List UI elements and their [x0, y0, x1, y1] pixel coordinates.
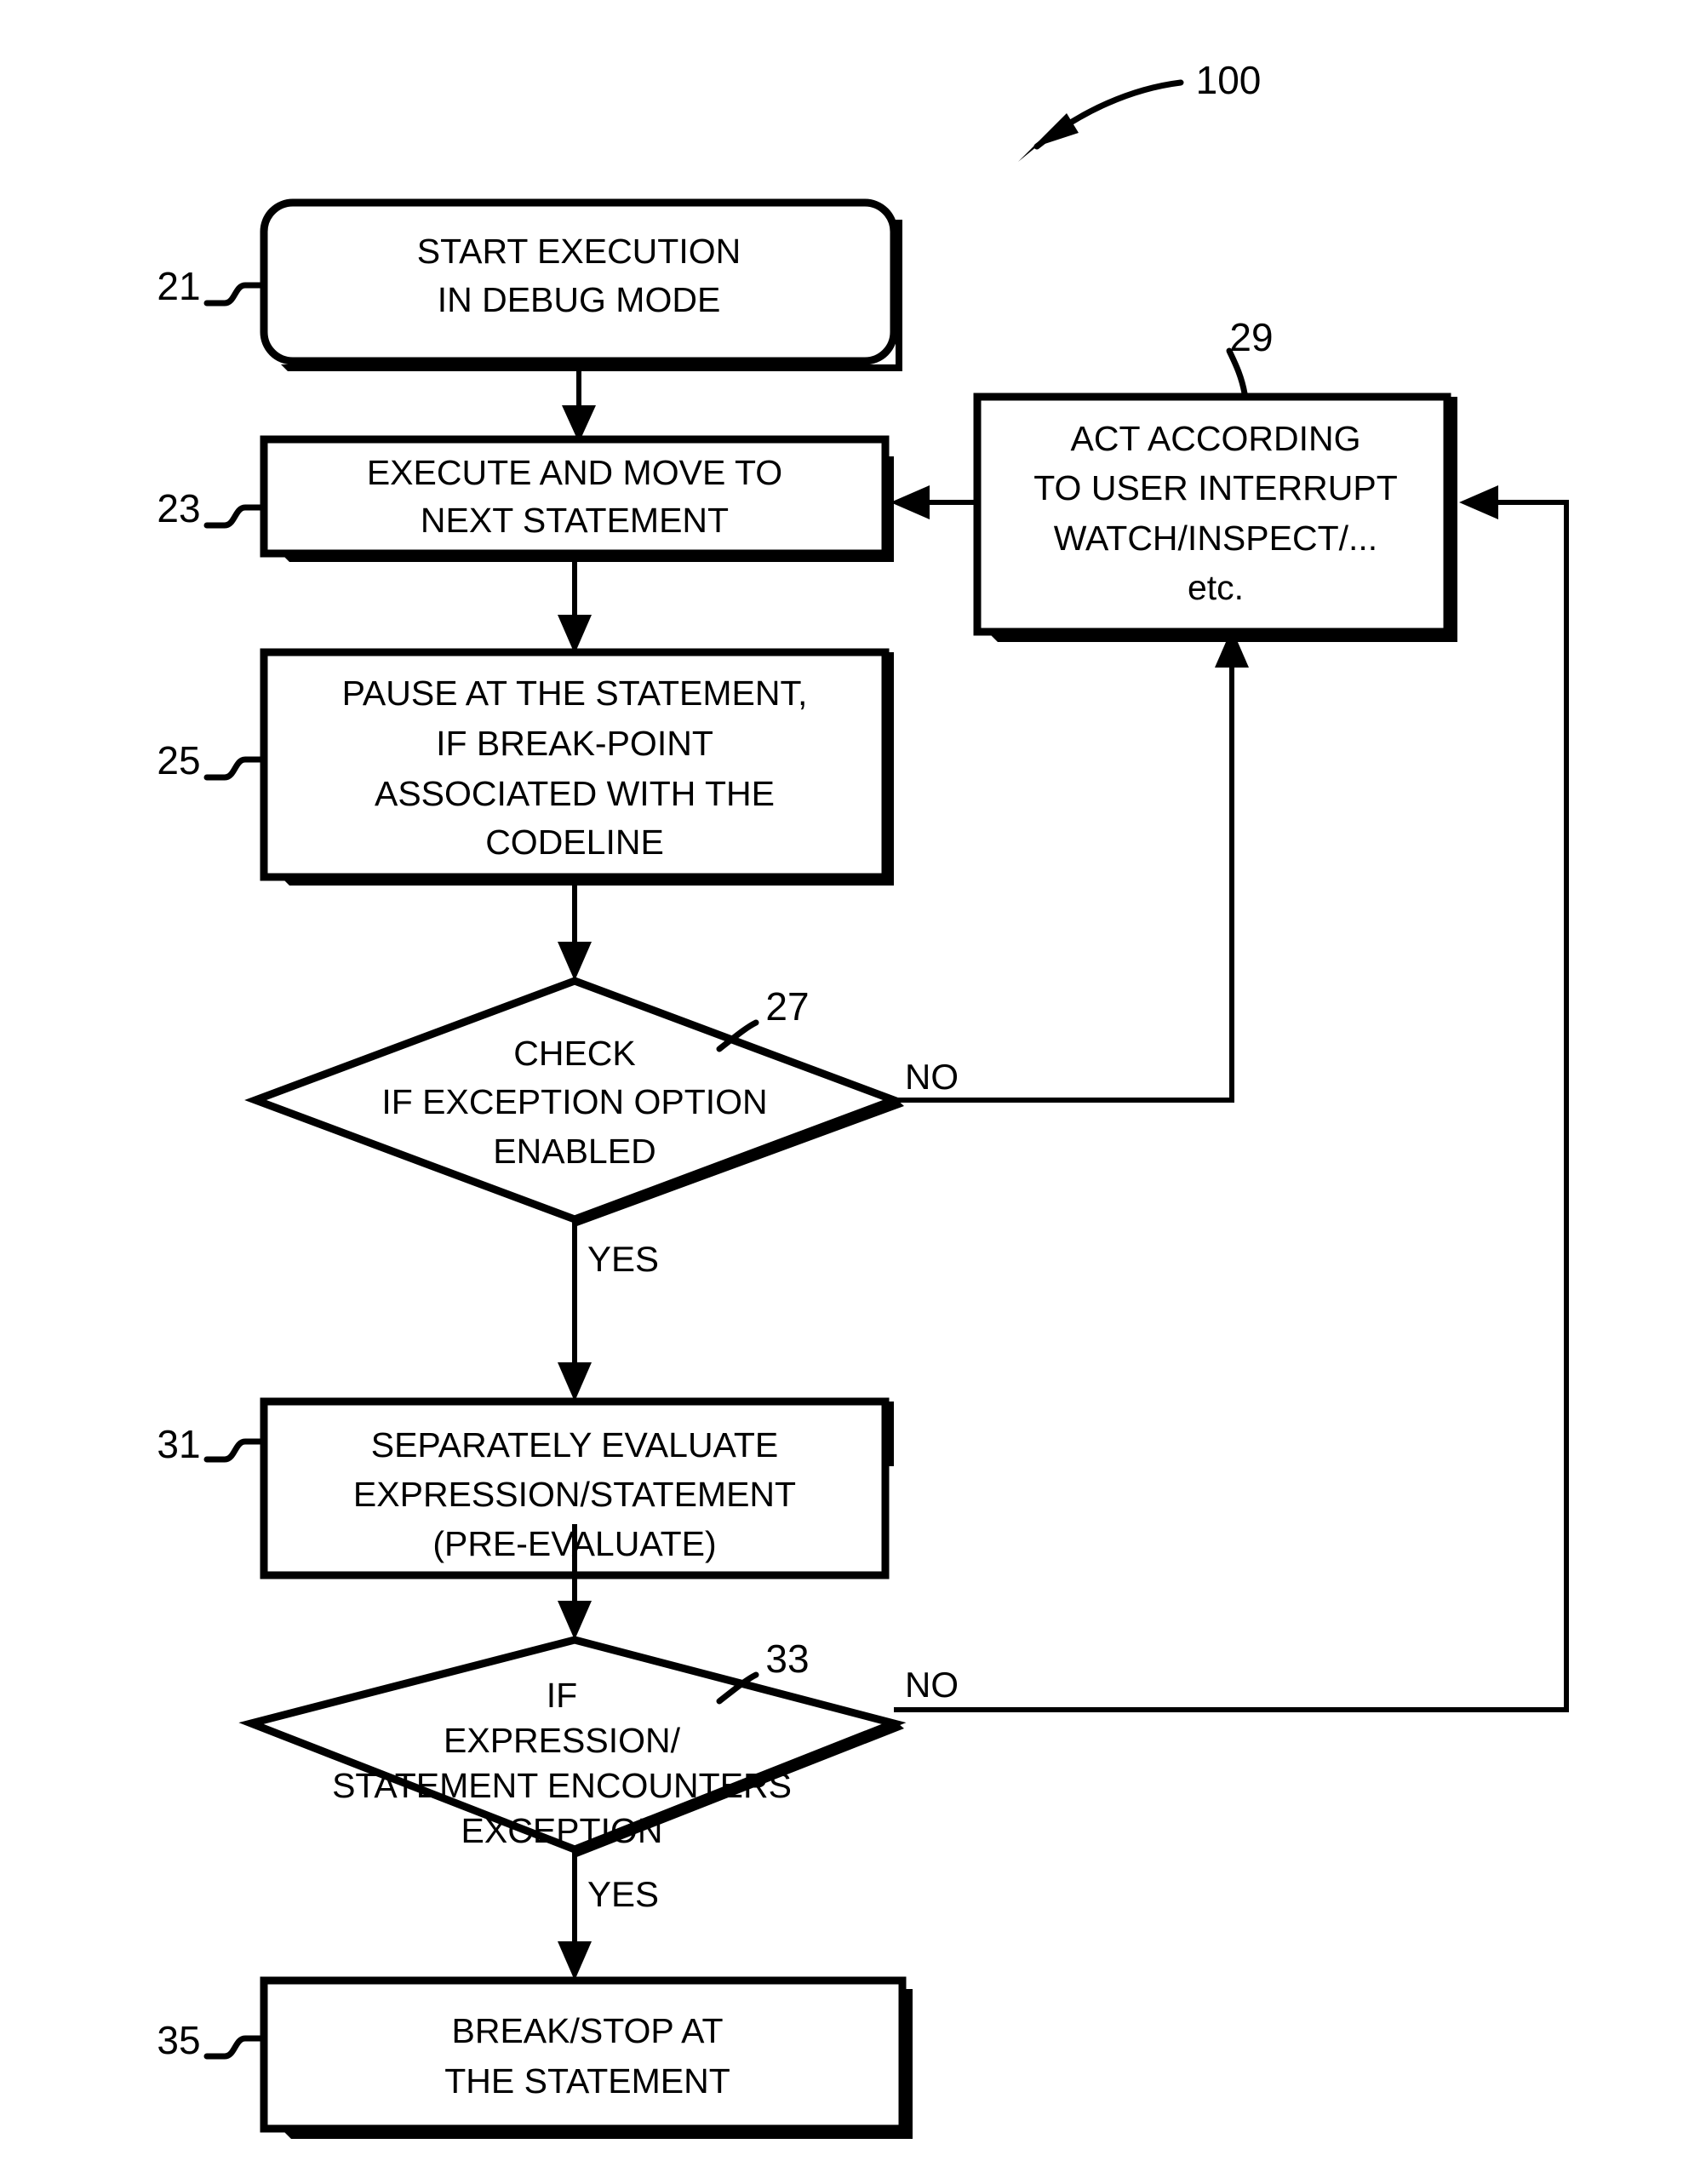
node-35-ref: 35 — [157, 2018, 200, 2062]
node-33-ref: 33 — [765, 1637, 809, 1681]
connector-27-no-to-29: NO — [894, 628, 1249, 1103]
node-23-ref: 23 — [157, 486, 200, 530]
flowchart-diagram: 100 START EXECUTION IN DEBUG MODE 21 EXE… — [157, 58, 1569, 2139]
node-21-ref: 21 — [157, 264, 200, 308]
node-pause-at-statement: PAUSE AT THE STATEMENT, IF BREAK-POINT A… — [157, 648, 894, 886]
connector-21-to-23 — [562, 371, 596, 443]
node-21-line-0: START EXECUTION — [417, 232, 741, 271]
node-35-line-0: BREAK/STOP AT — [451, 2011, 723, 2050]
connector-25-to-27 — [558, 886, 592, 981]
node-27-line-1: IF EXCEPTION OPTION — [381, 1082, 767, 1121]
node-27-line-2: ENABLED — [493, 1132, 655, 1171]
node-23-line-1: NEXT STATEMENT — [421, 501, 729, 540]
node-29-line-1: TO USER INTERRUPT — [1033, 468, 1398, 507]
connector-27-yes-to-31: YES — [558, 1219, 659, 1402]
connector-33-yes-to-35: YES — [558, 1849, 659, 1981]
edge-label-check-yes: YES — [587, 1239, 659, 1279]
node-27-line-0: CHECK — [513, 1034, 636, 1073]
node-start-execution: START EXECUTION IN DEBUG MODE 21 — [157, 198, 902, 371]
node-35-line-1: THE STATEMENT — [444, 2061, 730, 2101]
node-25-line-0: PAUSE AT THE STATEMENT, — [342, 674, 808, 713]
node-29-ref: 29 — [1229, 315, 1273, 359]
node-25-ref: 25 — [157, 738, 200, 782]
node-act-according-to-user-interrupt: ACT ACCORDING TO USER INTERRUPT WATCH/IN… — [973, 315, 1457, 642]
patent-flowchart-page: 100 START EXECUTION IN DEBUG MODE 21 EXE… — [0, 0, 1683, 2184]
node-if-expression-encounters-exception: IF EXPRESSION/ STATEMENT ENCOUNTERS EXCE… — [238, 1636, 907, 1858]
node-33-line-0: IF — [547, 1676, 577, 1715]
node-29-line-3: etc. — [1188, 568, 1244, 607]
node-25-line-3: CODELINE — [485, 823, 664, 862]
node-33-line-2: STATEMENT ENCOUNTERS — [332, 1766, 792, 1805]
node-29-line-0: ACT ACCORDING — [1071, 419, 1361, 458]
node-separately-evaluate: SEPARATELY EVALUATE EXPRESSION/STATEMENT… — [157, 1397, 894, 1579]
edge-label-exception-no: NO — [905, 1665, 959, 1705]
edge-label-exception-yes: YES — [587, 1874, 659, 1914]
node-25-line-1: IF BREAK-POINT — [436, 724, 713, 763]
figure-number-label: 100 — [1196, 58, 1262, 102]
node-23-line-0: EXECUTE AND MOVE TO — [367, 453, 782, 492]
node-33-line-1: EXPRESSION/ — [444, 1721, 681, 1760]
edge-label-check-no: NO — [905, 1057, 959, 1097]
figure-reference-100: 100 — [1018, 58, 1261, 162]
node-31-line-1: EXPRESSION/STATEMENT — [353, 1475, 796, 1514]
node-33-line-3: EXCEPTION — [461, 1811, 663, 1850]
node-31-line-0: SEPARATELY EVALUATE — [371, 1425, 779, 1465]
node-check-exception-option: CHECK IF EXCEPTION OPTION ENABLED 27 — [244, 977, 905, 1227]
connector-29-to-23 — [890, 485, 977, 519]
node-29-line-2: WATCH/INSPECT/... — [1054, 519, 1377, 558]
node-execute-and-move: EXECUTE AND MOVE TO NEXT STATEMENT 23 — [157, 435, 894, 562]
node-21-line-1: IN DEBUG MODE — [438, 280, 721, 319]
node-27-ref: 27 — [765, 984, 809, 1029]
node-25-line-2: ASSOCIATED WITH THE — [375, 774, 775, 813]
connector-23-to-25 — [558, 562, 592, 654]
node-31-ref: 31 — [157, 1422, 200, 1466]
node-break-stop-at-statement: BREAK/STOP AT THE STATEMENT 35 — [157, 1976, 913, 2139]
